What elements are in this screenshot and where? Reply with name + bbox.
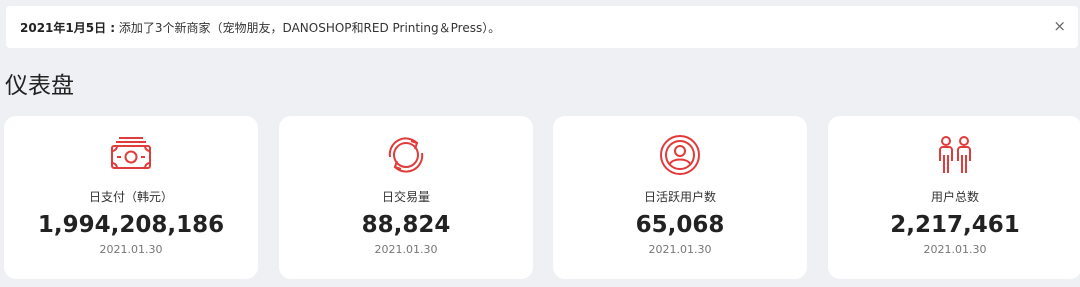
stat-value: 2,217,461 [890,212,1020,238]
announcement-message: 添加了3个新商家（宠物朋友，DANOSHOP和RED Printing＆Pres… [118,21,501,35]
close-icon[interactable]: × [1053,17,1066,35]
announcement-banner: 2021年1月5日 : 添加了3个新商家（宠物朋友，DANOSHOP和RED P… [6,6,1078,48]
refresh-cycle-icon [384,133,428,177]
stat-value: 65,068 [635,212,725,238]
stat-date: 2021.01.30 [99,243,163,256]
stat-value: 88,824 [361,212,451,238]
stat-date: 2021.01.30 [923,243,987,256]
stat-date: 2021.01.30 [648,243,712,256]
stat-card-daily-transactions: 日交易量 88,824 2021.01.30 [279,116,533,279]
stat-label: 日活跃用户数 [643,190,716,204]
stat-date: 2021.01.30 [374,243,438,256]
page-title: 仪表盘 [5,73,74,99]
stat-label: 日支付（韩元） [88,190,173,204]
cash-icon [109,133,153,177]
stat-card-total-users: 用户总数 2,217,461 2021.01.30 [828,116,1080,279]
stat-value: 1,994,208,186 [37,212,225,238]
users-pair-icon [933,133,977,177]
announcement-date: 2021年1月5日 : [20,21,116,35]
stat-label: 日交易量 [381,190,430,204]
announcement-text: 2021年1月5日 : 添加了3个新商家（宠物朋友，DANOSHOP和RED P… [20,20,500,36]
stat-label: 用户总数 [930,190,979,204]
user-broadcast-icon [658,133,702,177]
stat-card-daily-payment: 日支付（韩元） 1,994,208,186 2021.01.30 [4,116,258,279]
stat-card-daily-active-users: 日活跃用户数 65,068 2021.01.30 [553,116,807,279]
